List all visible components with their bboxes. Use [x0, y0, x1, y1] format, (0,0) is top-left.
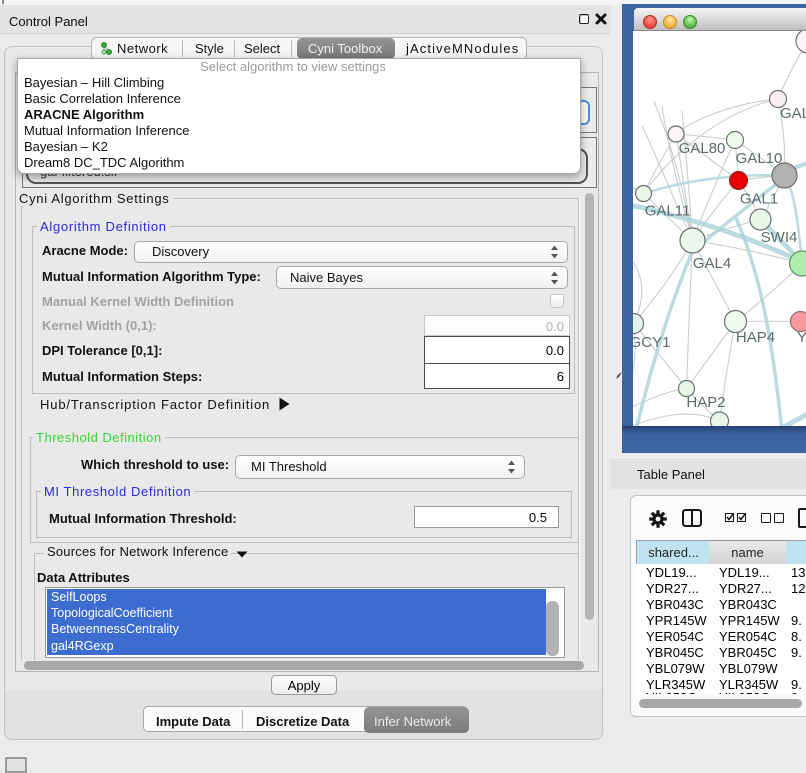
svg-text:GAL10: GAL10 — [736, 150, 783, 167]
svg-text:GAL1: GAL1 — [740, 191, 778, 208]
svg-text:GAL4: GAL4 — [693, 255, 731, 272]
svg-text:Y: Y — [797, 329, 806, 346]
svg-text:GAL80: GAL80 — [679, 140, 726, 157]
svg-text:GAL11: GAL11 — [645, 203, 691, 220]
svg-text:SWI4: SWI4 — [761, 229, 798, 246]
svg-text:HAP2: HAP2 — [686, 394, 725, 411]
svg-text:GAL: GAL — [780, 105, 806, 122]
svg-text:HAP4: HAP4 — [736, 329, 775, 346]
svg-text:GCY1: GCY1 — [633, 334, 670, 351]
